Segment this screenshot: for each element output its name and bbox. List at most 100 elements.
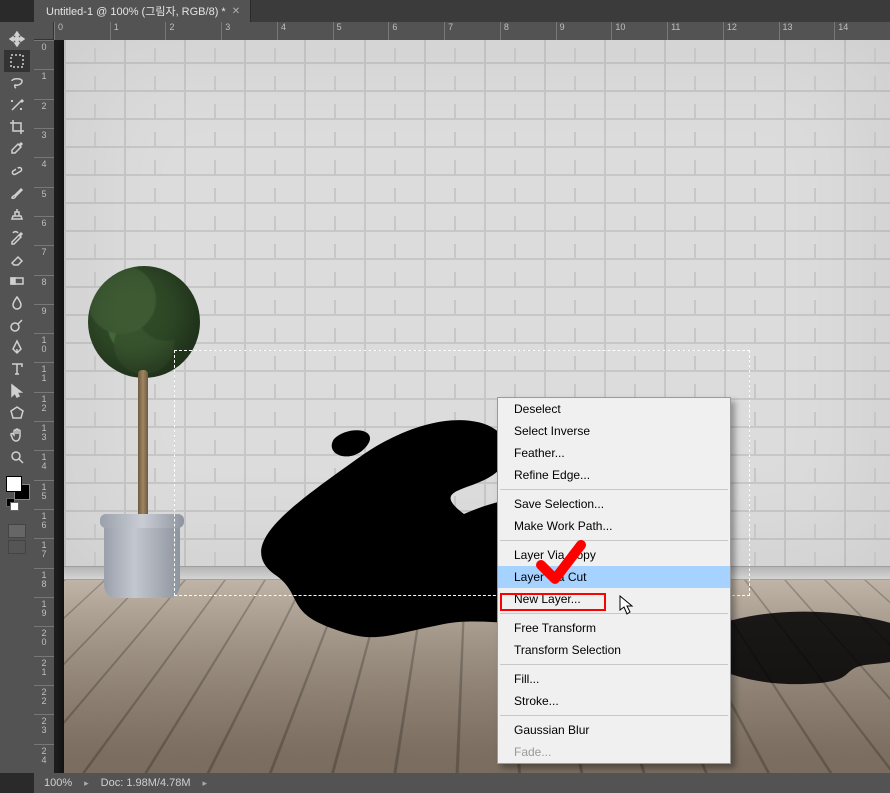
clone-stamp-tool[interactable] (4, 204, 30, 226)
edit-quick-mask-mode[interactable] (8, 540, 26, 554)
ruler-tick: 13 (34, 421, 54, 450)
ruler-origin[interactable] (34, 22, 54, 40)
plant-pot (104, 520, 180, 598)
ruler-tick: 11 (34, 362, 54, 391)
plant-foliage (88, 266, 200, 378)
zoom-tool[interactable] (4, 446, 30, 468)
menu-separator (500, 715, 728, 716)
brush-tool[interactable] (4, 182, 30, 204)
status-zoom[interactable]: 100% (44, 777, 72, 789)
edit-standard-mode[interactable] (8, 524, 26, 538)
ruler-tick: 10 (611, 22, 667, 40)
ruler-tick: 12 (34, 392, 54, 421)
marquee-tool[interactable] (4, 50, 30, 72)
close-icon[interactable]: ✕ (232, 6, 240, 17)
menu-separator (500, 613, 728, 614)
ruler-tick: 8 (500, 22, 556, 40)
menu-item-feather[interactable]: Feather... (498, 442, 730, 464)
ruler-tick: 22 (34, 685, 54, 714)
ruler-tick: 5 (34, 187, 54, 216)
menu-item-gaussian-blur[interactable]: Gaussian Blur (498, 719, 730, 741)
menu-item-make-work-path[interactable]: Make Work Path... (498, 515, 730, 537)
ruler-tick: 23 (34, 714, 54, 743)
dodge-tool[interactable] (4, 314, 30, 336)
menu-item-layer-via-cut[interactable]: Layer Via Cut (498, 566, 730, 588)
ruler-tick: 8 (34, 275, 54, 304)
eraser-tool[interactable] (4, 248, 30, 270)
gradient-tool[interactable] (4, 270, 30, 292)
menu-item-free-transform[interactable]: Free Transform (498, 617, 730, 639)
document-tab[interactable]: Untitled-1 @ 100% (그림자, RGB/8) * ✕ (34, 0, 251, 23)
status-bar: 100% ▸ Doc: 1.98M/4.78M ▸ (34, 773, 890, 793)
ruler-tick: 20 (34, 626, 54, 655)
menu-item-select-inverse[interactable]: Select Inverse (498, 420, 730, 442)
ruler-tick: 6 (34, 216, 54, 245)
canvas-viewport[interactable]: DeselectSelect InverseFeather...Refine E… (54, 40, 890, 773)
chevron-right-icon[interactable]: ▸ (84, 778, 89, 789)
menu-item-transform-selection[interactable]: Transform Selection (498, 639, 730, 661)
menu-separator (500, 489, 728, 490)
menu-separator (500, 540, 728, 541)
menu-separator (500, 664, 728, 665)
ruler-tick: 4 (277, 22, 333, 40)
status-doc-size: Doc: 1.98M/4.78M (101, 777, 191, 789)
hand-tool[interactable] (4, 424, 30, 446)
menu-item-fill[interactable]: Fill... (498, 668, 730, 690)
color-swatches[interactable] (4, 474, 30, 500)
ruler-tick: 2 (165, 22, 221, 40)
ruler-tick: 15 (34, 480, 54, 509)
ruler-tick: 14 (34, 450, 54, 479)
ruler-tick: 3 (34, 128, 54, 157)
canvas[interactable] (64, 40, 890, 773)
path-select-tool[interactable] (4, 380, 30, 402)
menu-item-fade: Fade... (498, 741, 730, 763)
ruler-tick: 7 (34, 245, 54, 274)
ruler-tick: 9 (34, 304, 54, 333)
menu-item-refine-edge[interactable]: Refine Edge... (498, 464, 730, 486)
ruler-tick: 2 (34, 99, 54, 128)
type-tool[interactable] (4, 358, 30, 380)
quick-mask-group (8, 524, 26, 554)
ruler-tick: 16 (34, 509, 54, 538)
ruler-horizontal[interactable]: 01234567891011121314 (54, 22, 890, 40)
menu-item-stroke[interactable]: Stroke... (498, 690, 730, 712)
ruler-tick: 7 (444, 22, 500, 40)
ruler-vertical[interactable]: 0123456789101112131415161718192021222324 (34, 40, 54, 773)
magic-wand-tool[interactable] (4, 94, 30, 116)
ruler-tick: 10 (34, 333, 54, 362)
lasso-tool[interactable] (4, 72, 30, 94)
ruler-tick: 9 (556, 22, 612, 40)
ruler-tick: 5 (333, 22, 389, 40)
ruler-tick: 11 (667, 22, 723, 40)
ruler-tick: 6 (388, 22, 444, 40)
ruler-tick: 3 (221, 22, 277, 40)
ruler-tick: 14 (834, 22, 890, 40)
menu-item-layer-via-copy[interactable]: Layer Via Copy (498, 544, 730, 566)
crop-tool[interactable] (4, 116, 30, 138)
history-brush-tool[interactable] (4, 226, 30, 248)
chevron-right-icon[interactable]: ▸ (203, 778, 208, 789)
ruler-tick: 21 (34, 656, 54, 685)
menu-item-deselect[interactable]: Deselect (498, 398, 730, 420)
ruler-tick: 4 (34, 157, 54, 186)
ruler-tick: 17 (34, 538, 54, 567)
blur-tool[interactable] (4, 292, 30, 314)
context-menu: DeselectSelect InverseFeather...Refine E… (497, 397, 731, 764)
ruler-tick: 18 (34, 568, 54, 597)
ruler-tick: 13 (779, 22, 835, 40)
move-tool[interactable] (4, 28, 30, 50)
pen-tool[interactable] (4, 336, 30, 358)
shape-tool[interactable] (4, 402, 30, 424)
document-tab-bar: Untitled-1 @ 100% (그림자, RGB/8) * ✕ (34, 0, 890, 22)
document-tab-title: Untitled-1 @ 100% (그림자, RGB/8) * (46, 3, 226, 19)
foreground-swatch[interactable] (6, 476, 22, 492)
eyedropper-tool[interactable] (4, 138, 30, 160)
menu-item-save-selection[interactable]: Save Selection... (498, 493, 730, 515)
spot-heal-tool[interactable] (4, 160, 30, 182)
ruler-tick: 0 (54, 22, 110, 40)
ruler-tick: 1 (34, 69, 54, 98)
menu-item-new-layer[interactable]: New Layer... (498, 588, 730, 610)
ruler-tick: 19 (34, 597, 54, 626)
ruler-tick: 12 (723, 22, 779, 40)
ruler-tick: 1 (110, 22, 166, 40)
